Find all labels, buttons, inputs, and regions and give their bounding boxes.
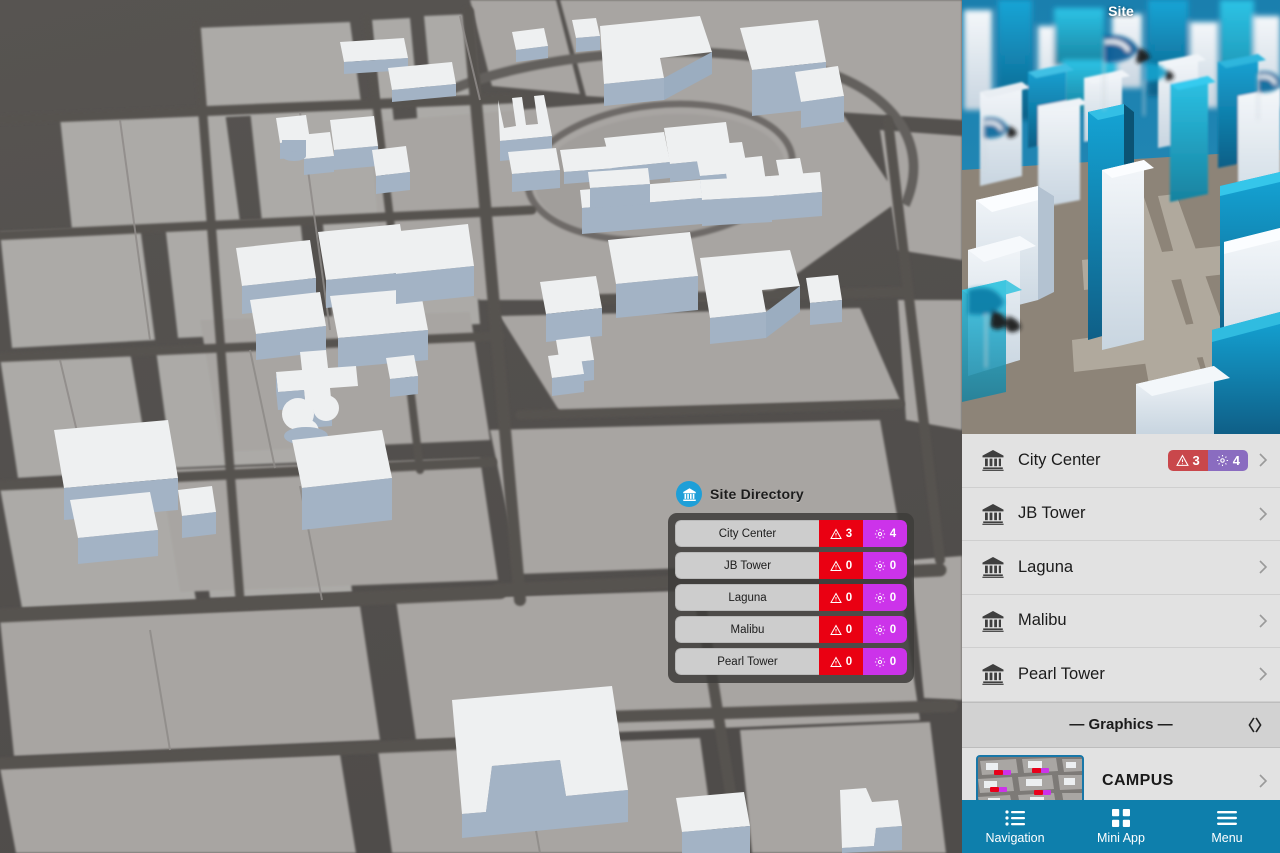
directory-row[interactable]: City Center 3 4 [675, 520, 907, 547]
app-root: Site Directory City Center 3 4 JB Tower [0, 0, 1280, 853]
site-list-item-laguna[interactable]: Laguna [962, 541, 1280, 595]
chevron-right-icon [1259, 453, 1268, 467]
directory-row-name[interactable]: Malibu [675, 616, 819, 643]
bank-icon [982, 557, 1004, 579]
graphics-item-label: CAMPUS [1102, 771, 1174, 789]
gear-icon [1216, 454, 1228, 466]
tab-label: Menu [1211, 831, 1243, 845]
site-directory-header: Site Directory [668, 481, 914, 513]
directory-alert-count: 0 [845, 559, 853, 572]
bank-icon [982, 503, 1004, 525]
bank-icon [676, 481, 702, 507]
directory-row[interactable]: JB Tower 0 0 [675, 552, 907, 579]
site-task-badge[interactable]: 4 [1207, 449, 1248, 471]
directory-alert-count: 0 [845, 655, 853, 668]
directory-row-alerts[interactable]: 0 [819, 648, 863, 675]
directory-row-alerts[interactable]: 0 [819, 616, 863, 643]
directory-row-tasks[interactable]: 0 [863, 616, 907, 643]
tab-navigation[interactable]: Navigation [962, 800, 1068, 853]
site-list-item-jb-tower[interactable]: JB Tower [962, 487, 1280, 541]
directory-row[interactable]: Laguna 0 0 [675, 584, 907, 611]
directory-row-alerts[interactable]: 3 [819, 520, 863, 547]
directory-task-count: 0 [889, 559, 897, 572]
directory-row-name[interactable]: Pearl Tower [675, 648, 819, 675]
site-name: JB Tower [1018, 504, 1086, 523]
gear-icon [874, 560, 885, 571]
warning-triangle-icon [829, 655, 842, 667]
site-name: Laguna [1018, 557, 1074, 576]
warning-triangle-icon [829, 559, 842, 571]
site-name: Malibu [1018, 611, 1067, 630]
grid-icon [1112, 808, 1130, 828]
directory-alert-count: 3 [845, 527, 853, 540]
bank-icon [982, 450, 1004, 472]
directory-row-tasks[interactable]: 0 [863, 648, 907, 675]
directory-row[interactable]: Malibu 0 0 [675, 616, 907, 643]
directory-alert-count: 0 [845, 591, 853, 604]
site-alert-count: 3 [1192, 452, 1200, 468]
directory-task-count: 0 [889, 655, 897, 668]
chevron-right-icon [1259, 614, 1268, 628]
hero-title: Site [1108, 3, 1134, 19]
graphics-section-label: — Graphics — [1069, 716, 1173, 733]
site-directory-list: City Center 3 4 JB Tower 0 0 Laguna 0 0 … [668, 513, 914, 683]
chevron-right-icon [1259, 667, 1268, 681]
directory-row-tasks[interactable]: 0 [863, 552, 907, 579]
tab-label: Navigation [985, 831, 1045, 845]
chevron-right-icon [1259, 507, 1268, 521]
site-name: City Center [1018, 450, 1101, 469]
3d-city-render [962, 0, 1280, 434]
directory-row-tasks[interactable]: 4 [863, 520, 907, 547]
gear-icon [874, 656, 885, 667]
directory-task-count: 0 [889, 591, 897, 604]
directory-row-alerts[interactable]: 0 [819, 552, 863, 579]
graphics-section-header: — Graphics — 〈〉 [962, 701, 1280, 748]
site-name: Pearl Tower [1018, 664, 1105, 683]
map-canvas[interactable] [0, 0, 962, 853]
hero-image: Site [962, 0, 1280, 434]
hamburger-icon [1217, 808, 1237, 828]
site-list-item-city-center[interactable]: City Center 3 4 [962, 434, 1280, 488]
tab-mini-app[interactable]: Mini App [1068, 800, 1174, 853]
gear-icon [874, 592, 885, 603]
directory-task-count: 4 [889, 527, 897, 540]
site-directory-title: Site Directory [710, 486, 804, 502]
warning-triangle-icon [1175, 454, 1189, 466]
bank-icon [982, 664, 1004, 686]
site-list-item-pearl-tower[interactable]: Pearl Tower [962, 648, 1280, 702]
side-panel: Site City Center 3 4 JB Tower Laguna Mal… [962, 0, 1280, 853]
gear-icon [874, 528, 885, 539]
chevron-right-icon [1259, 560, 1268, 574]
bottom-tab-bar: Navigation Mini App Menu [962, 800, 1280, 853]
site-list: City Center 3 4 JB Tower Laguna Malibu P… [962, 434, 1280, 702]
site-list-item-malibu[interactable]: Malibu [962, 594, 1280, 648]
directory-row[interactable]: Pearl Tower 0 0 [675, 648, 907, 675]
gear-icon [874, 624, 885, 635]
directory-alert-count: 0 [845, 623, 853, 636]
directory-row-name[interactable]: City Center [675, 520, 819, 547]
chevron-right-icon [1259, 773, 1268, 788]
directory-task-count: 0 [889, 623, 897, 636]
site-directory-overlay[interactable]: Site Directory City Center 3 4 JB Tower [668, 481, 914, 683]
bank-icon [982, 610, 1004, 632]
warning-triangle-icon [829, 527, 842, 539]
map-viewport[interactable]: Site Directory City Center 3 4 JB Tower [0, 0, 962, 853]
site-task-count: 4 [1232, 452, 1240, 468]
directory-row-tasks[interactable]: 0 [863, 584, 907, 611]
directory-row-alerts[interactable]: 0 [819, 584, 863, 611]
site-alert-badge[interactable]: 3 [1167, 449, 1208, 471]
code-brackets-icon[interactable]: 〈〉 [1240, 714, 1270, 735]
tab-menu[interactable]: Menu [1174, 800, 1280, 853]
campus-map-thumbnail[interactable] [976, 754, 1084, 807]
directory-row-name[interactable]: JB Tower [675, 552, 819, 579]
warning-triangle-icon [829, 591, 842, 603]
tab-label: Mini App [1097, 831, 1145, 845]
directory-row-name[interactable]: Laguna [675, 584, 819, 611]
site-status-badges[interactable]: 3 4 [1167, 449, 1248, 471]
list-icon [1005, 808, 1025, 828]
warning-triangle-icon [829, 623, 842, 635]
